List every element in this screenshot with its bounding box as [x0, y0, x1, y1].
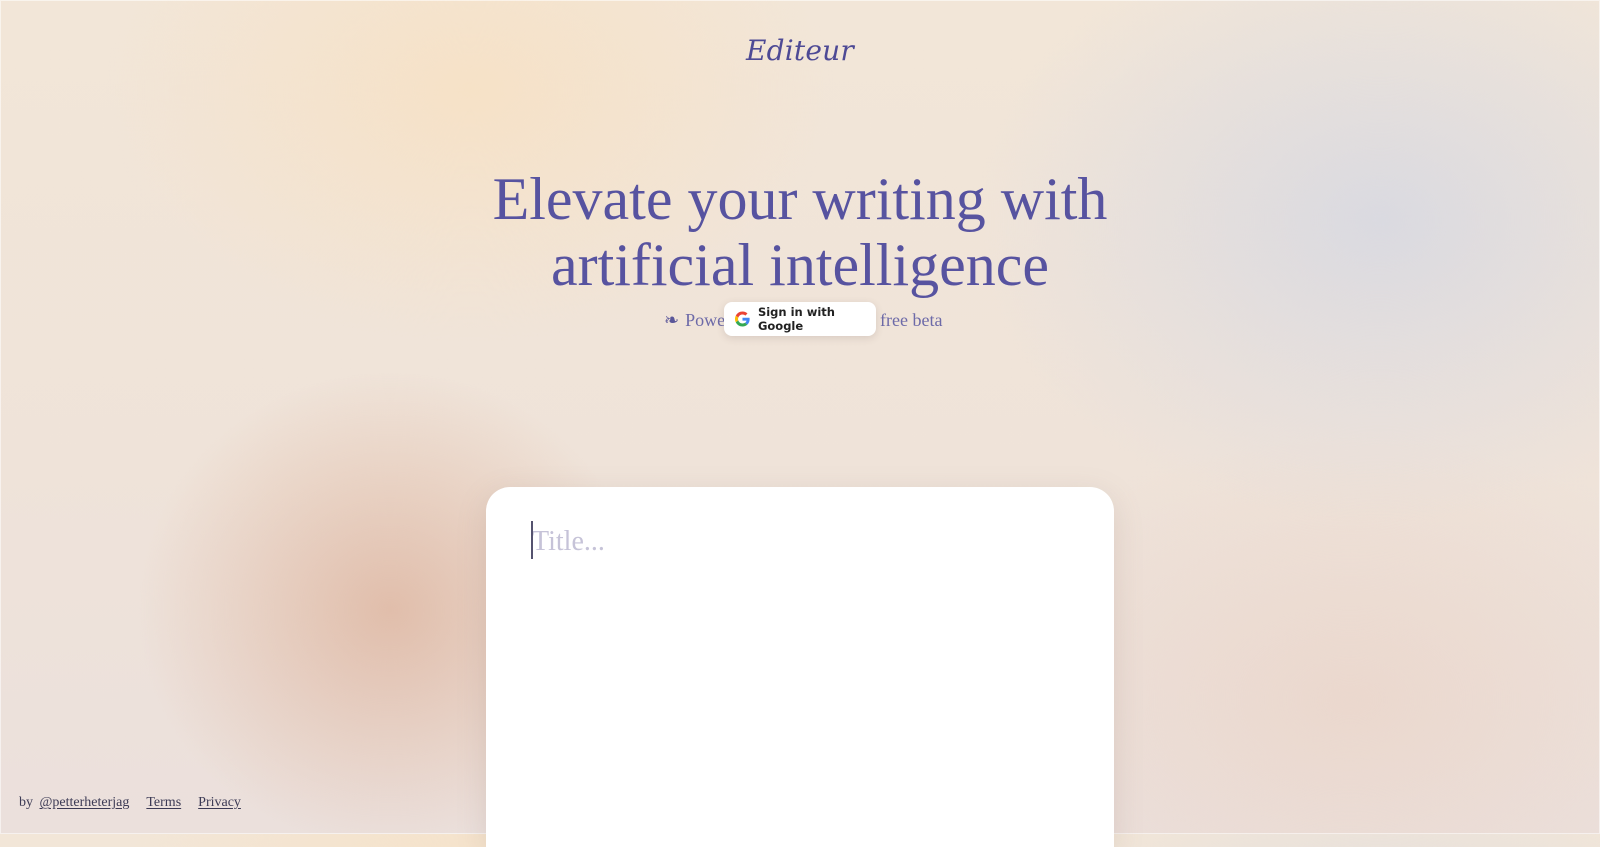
footer-by-prefix: by	[19, 795, 33, 810]
hero-headline-line-2: artificial intelligence	[550, 232, 1050, 298]
author-link[interactable]: @petterheterjag	[40, 795, 130, 810]
hero-subline-right-text: free beta	[880, 310, 943, 330]
floral-heart-icon: ❧	[664, 310, 680, 330]
footer: by @petterheterjag Terms Privacy	[19, 795, 241, 811]
google-signin-button[interactable]: Sign in with Google	[724, 302, 876, 336]
hero-subline-left-text: Powe	[685, 310, 726, 330]
google-g-icon	[735, 311, 750, 327]
app-logo[interactable]: Editeur	[0, 34, 1600, 67]
title-input[interactable]	[530, 521, 1070, 563]
privacy-link[interactable]: Privacy	[198, 795, 241, 810]
editor-card	[486, 487, 1114, 847]
hero-subline-left: ❧ Powe	[664, 305, 725, 335]
google-signin-label: Sign in with Google	[757, 305, 835, 333]
terms-link[interactable]: Terms	[146, 795, 181, 810]
text-caret	[531, 521, 533, 559]
hero-headline-line-1: Elevate your writing with	[492, 166, 1108, 232]
hero-headline: Elevate your writing with artificial int…	[0, 166, 1600, 298]
